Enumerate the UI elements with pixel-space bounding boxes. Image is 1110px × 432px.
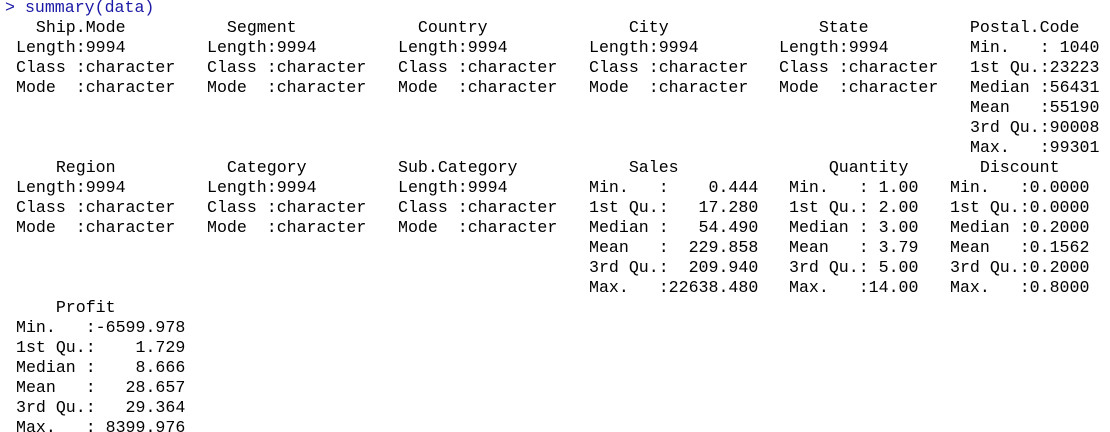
region-row-3: Mode :character bbox=[16, 218, 176, 237]
category-row-2: Class :character bbox=[207, 198, 367, 217]
discount-row-2: 1st Qu.:0.0000 bbox=[950, 198, 1090, 217]
sales-row-4: Mean : 229.858 bbox=[589, 238, 759, 257]
ship-mode-row-3: Mode :character bbox=[16, 78, 176, 97]
ship-mode-row-2: Class :character bbox=[16, 58, 176, 77]
segment-row-1: Length:9994 bbox=[207, 38, 317, 57]
sub-category-row-3: Mode :character bbox=[398, 218, 558, 237]
col-header-country: Country bbox=[398, 18, 488, 37]
state-row-3: Mode :character bbox=[779, 78, 939, 97]
postal-code-row-1: Min. : 1040 bbox=[970, 38, 1100, 57]
col-header-category: Category bbox=[207, 158, 307, 177]
state-row-2: Class :character bbox=[779, 58, 939, 77]
city-row-3: Mode :character bbox=[589, 78, 749, 97]
profit-row-5: 3rd Qu.: 29.364 bbox=[16, 398, 186, 417]
sub-category-row-2: Class :character bbox=[398, 198, 558, 217]
sales-row-5: 3rd Qu.: 209.940 bbox=[589, 258, 759, 277]
command-line: > summary(data) bbox=[5, 0, 154, 18]
col-header-sales: Sales bbox=[589, 158, 679, 177]
segment-row-2: Class :character bbox=[207, 58, 367, 77]
sales-row-6: Max. :22638.480 bbox=[589, 278, 759, 297]
quantity-row-5: 3rd Qu.: 5.00 bbox=[789, 258, 919, 277]
quantity-row-3: Median : 3.00 bbox=[789, 218, 919, 237]
ship-mode-row-1: Length:9994 bbox=[16, 38, 126, 57]
col-header-city: City bbox=[589, 18, 669, 37]
postal-code-row-4: Mean :55190 bbox=[970, 98, 1100, 117]
segment-row-3: Mode :character bbox=[207, 78, 367, 97]
postal-code-row-6: Max. :99301 bbox=[970, 138, 1100, 157]
city-row-1: Length:9994 bbox=[589, 38, 699, 57]
country-row-2: Class :character bbox=[398, 58, 558, 77]
profit-row-1: Min. :-6599.978 bbox=[16, 318, 186, 337]
quantity-row-4: Mean : 3.79 bbox=[789, 238, 919, 257]
col-header-sub-category: Sub.Category bbox=[398, 158, 518, 177]
col-header-postal-code: Postal.Code bbox=[950, 18, 1080, 37]
r-console[interactable]: > summary(data) Ship.Mode Length:9994 Cl… bbox=[0, 0, 1110, 432]
discount-row-6: Max. :0.8000 bbox=[950, 278, 1090, 297]
col-header-profit: Profit bbox=[16, 298, 116, 317]
profit-row-3: Median : 8.666 bbox=[16, 358, 186, 377]
sales-row-3: Median : 54.490 bbox=[589, 218, 759, 237]
profit-row-2: 1st Qu.: 1.729 bbox=[16, 338, 186, 357]
region-row-2: Class :character bbox=[16, 198, 176, 217]
sub-category-row-1: Length:9994 bbox=[398, 178, 508, 197]
quantity-row-6: Max. :14.00 bbox=[789, 278, 919, 297]
col-header-discount: Discount bbox=[950, 158, 1060, 177]
console-prompt: > bbox=[5, 0, 15, 17]
command-text: summary(data) bbox=[24, 0, 155, 17]
col-header-quantity: Quantity bbox=[789, 158, 909, 177]
country-row-3: Mode :character bbox=[398, 78, 558, 97]
city-row-2: Class :character bbox=[589, 58, 749, 77]
sales-row-1: Min. : 0.444 bbox=[589, 178, 759, 197]
profit-row-4: Mean : 28.657 bbox=[16, 378, 186, 397]
quantity-row-2: 1st Qu.: 2.00 bbox=[789, 198, 919, 217]
quantity-row-1: Min. : 1.00 bbox=[789, 178, 919, 197]
category-row-3: Mode :character bbox=[207, 218, 367, 237]
postal-code-row-3: Median :56431 bbox=[970, 78, 1100, 97]
discount-row-5: 3rd Qu.:0.2000 bbox=[950, 258, 1090, 277]
profit-row-6: Max. : 8399.976 bbox=[16, 418, 186, 432]
postal-code-row-2: 1st Qu.:23223 bbox=[970, 58, 1100, 77]
postal-code-row-5: 3rd Qu.:90008 bbox=[970, 118, 1100, 137]
sales-row-2: 1st Qu.: 17.280 bbox=[589, 198, 759, 217]
category-row-1: Length:9994 bbox=[207, 178, 317, 197]
discount-row-4: Mean :0.1562 bbox=[950, 238, 1090, 257]
discount-row-1: Min. :0.0000 bbox=[950, 178, 1090, 197]
col-header-state: State bbox=[779, 18, 869, 37]
state-row-1: Length:9994 bbox=[779, 38, 889, 57]
discount-row-3: Median :0.2000 bbox=[950, 218, 1090, 237]
country-row-1: Length:9994 bbox=[398, 38, 508, 57]
col-header-region: Region bbox=[16, 158, 116, 177]
region-row-1: Length:9994 bbox=[16, 178, 126, 197]
col-header-segment: Segment bbox=[207, 18, 297, 37]
col-header-ship-mode: Ship.Mode bbox=[16, 18, 126, 37]
